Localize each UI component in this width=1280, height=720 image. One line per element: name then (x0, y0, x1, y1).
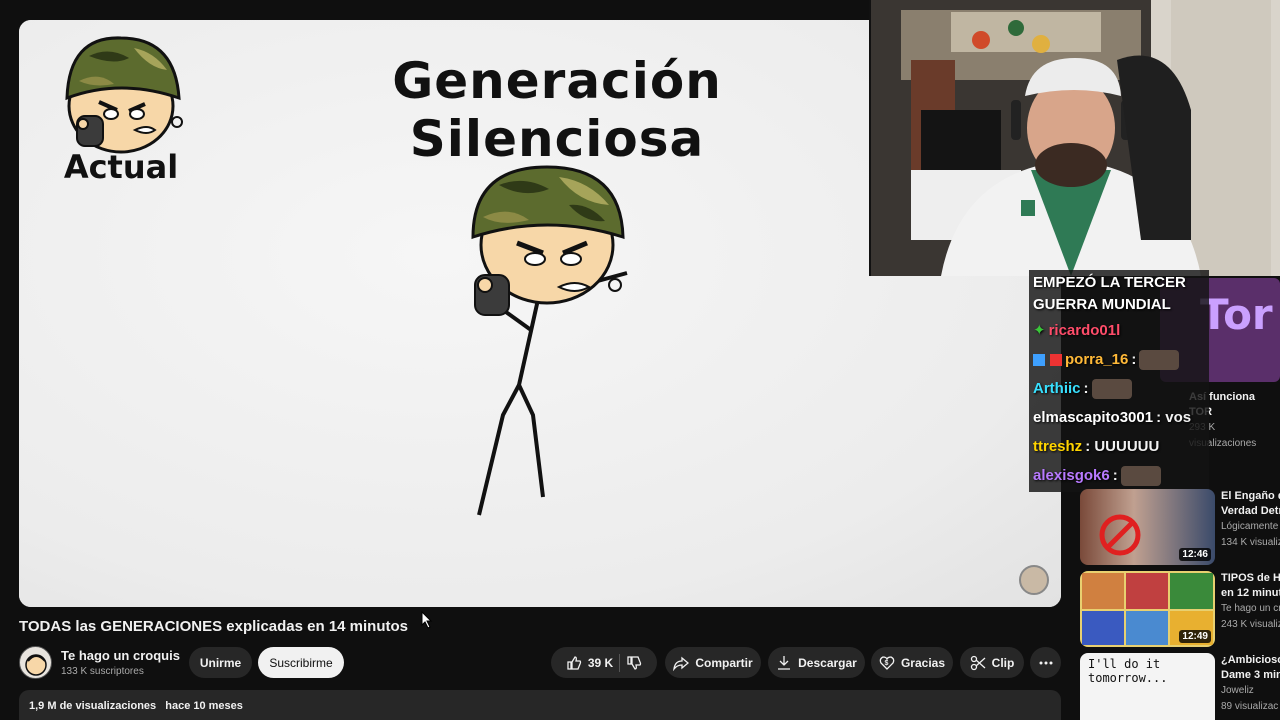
emote-icon (1120, 465, 1161, 486)
recommendation-views: 134 K visualiz (1221, 537, 1280, 548)
recommendation-views: 243 K visualiz (1221, 619, 1280, 630)
thanks-dollar-icon: $ (879, 655, 895, 670)
recommendation-item[interactable]: 12:46 El Engaño d Verdad Detr Lógicament… (1080, 489, 1280, 565)
thumbnail-text: I'll do it tomorrow... (1088, 657, 1168, 685)
chat-username: porra_16 (1065, 351, 1129, 368)
chat-username: elmascapito3001 (1033, 409, 1154, 426)
download-label: Descargar (798, 655, 857, 670)
subscribe-button[interactable]: Suscribirme (258, 647, 344, 678)
thumbnail-text: Tor (1200, 290, 1273, 339)
clip-label: Clip (991, 655, 1015, 670)
recommendation-channel[interactable]: Joweliz (1221, 683, 1280, 699)
recommendation-info: TIPOS de H en 12 minut Te hago un cro 24… (1221, 571, 1280, 647)
more-actions-button[interactable] (1030, 647, 1061, 678)
chat-message: porra_16 : (1033, 345, 1205, 374)
like-dislike-group: 39 K (551, 647, 657, 678)
recommendation-thumbnail[interactable]: 12:49 (1080, 571, 1215, 647)
emote-icon (1091, 378, 1132, 399)
chat-text: : (1131, 351, 1137, 368)
chat-username: ricardo01l (1048, 322, 1121, 339)
channel-subscriber-count: 133 K suscriptores (61, 666, 144, 677)
chat-message: Arthiic : (1033, 374, 1205, 403)
recommendation-info: ¿Ambicioso Dame 3 min Joweliz 89 visuali… (1221, 653, 1280, 720)
join-button[interactable]: Unirme (189, 647, 252, 678)
mouse-cursor-icon (421, 610, 433, 634)
like-button[interactable]: 39 K (566, 655, 613, 671)
chat-message: elmascapito3001 : vos (1033, 403, 1205, 432)
more-horizontal-icon (1039, 661, 1052, 664)
video-meta: 1,9 M de visualizaciones hace 10 meses (29, 700, 243, 712)
overlay-label: Actual (63, 148, 179, 186)
chat-username: alexisgok6 (1033, 467, 1110, 484)
thanks-button[interactable]: $ Gracias (871, 647, 953, 678)
recommendation-duration: 12:49 (1179, 630, 1211, 643)
video-title: TODAS las GENERACIONES explicadas en 14 … (19, 618, 409, 635)
chat-text: : vos (1156, 409, 1192, 426)
download-icon (778, 655, 791, 670)
recommendation-title-line2[interactable]: en 12 minut (1221, 586, 1280, 601)
emote-icon (1139, 349, 1180, 370)
recommendation-channel[interactable]: Lógicamente (1221, 519, 1280, 535)
chat-message: alexisgok6 : (1033, 461, 1205, 490)
webcam-overlay (869, 0, 1280, 276)
subscribe-label: Suscribirme (269, 655, 333, 670)
stream-chat-overlay: EMPEZÓ LA TERCER GUERRA MUNDIAL ✦ ricard… (1029, 270, 1209, 492)
svg-text:$: $ (884, 660, 888, 667)
recommendation-title[interactable]: ¿Ambicioso (1221, 653, 1280, 668)
recommendation-duration: 12:46 (1179, 548, 1211, 561)
like-count: 39 K (587, 655, 614, 670)
chat-username: ttreshz (1033, 438, 1083, 455)
channel-name[interactable]: Te hago un croquis (61, 648, 180, 663)
chat-message: ttreshz : UUUUUU (1033, 432, 1205, 461)
recommendation-title-line2[interactable]: Dame 3 min (1221, 668, 1280, 683)
upload-age: hace 10 meses (165, 700, 243, 712)
recommendation-title[interactable]: El Engaño d (1221, 489, 1280, 504)
youtube-watch-page: Actual Generación Silenciosa Tor Así fun… (0, 0, 1280, 720)
recommendation-thumbnail[interactable]: I'll do it tomorrow... (1080, 653, 1215, 720)
like-divider (619, 653, 621, 672)
chat-header-message: EMPEZÓ LA TERCER GUERRA MUNDIAL (1033, 274, 1186, 313)
channel-watermark-icon[interactable] (1019, 565, 1049, 595)
sub-badge-icon: ✦ (1033, 322, 1046, 339)
dislike-button[interactable] (626, 655, 642, 671)
join-label: Unirme (199, 655, 242, 670)
recommendation-info: El Engaño d Verdad Detr Lógicamente 134 … (1221, 489, 1280, 565)
clip-button[interactable]: Clip (960, 647, 1024, 678)
view-count: 1,9 M de visualizaciones (29, 700, 157, 712)
recommendation-channel[interactable]: Te hago un cro (1221, 601, 1280, 617)
thumbs-up-icon (567, 655, 581, 670)
badge-icon (1033, 353, 1045, 366)
scissors-icon (970, 655, 986, 670)
badge-icon (1050, 353, 1062, 366)
recommendation-item[interactable]: I'll do it tomorrow... ¿Ambicioso Dame 3… (1080, 653, 1280, 720)
thanks-label: Gracias (900, 655, 946, 670)
download-button[interactable]: Descargar (768, 647, 865, 678)
recommendation-thumbnail[interactable]: 12:46 (1080, 489, 1215, 565)
chat-username: Arthiic (1033, 380, 1081, 397)
recommendation-title-line2[interactable]: Verdad Detr (1221, 504, 1280, 519)
chat-text: : (1112, 467, 1118, 484)
chat-text: : UUUUUU (1085, 438, 1160, 455)
recommendation-title[interactable]: TIPOS de H (1221, 571, 1280, 586)
share-label: Compartir (695, 655, 753, 670)
share-icon (673, 656, 690, 671)
channel-avatar[interactable] (19, 646, 52, 679)
thumbs-down-icon (627, 655, 642, 670)
share-button[interactable]: Compartir (665, 647, 761, 678)
recommendation-item[interactable]: 12:49 TIPOS de H en 12 minut Te hago un … (1080, 571, 1280, 647)
chat-message: ✦ ricardo01l (1033, 316, 1205, 345)
recommendation-views: 89 visualizac (1221, 701, 1279, 712)
chat-text: : (1083, 380, 1089, 397)
big-soldier-drawing (439, 145, 659, 530)
small-soldier-drawing (59, 26, 189, 161)
